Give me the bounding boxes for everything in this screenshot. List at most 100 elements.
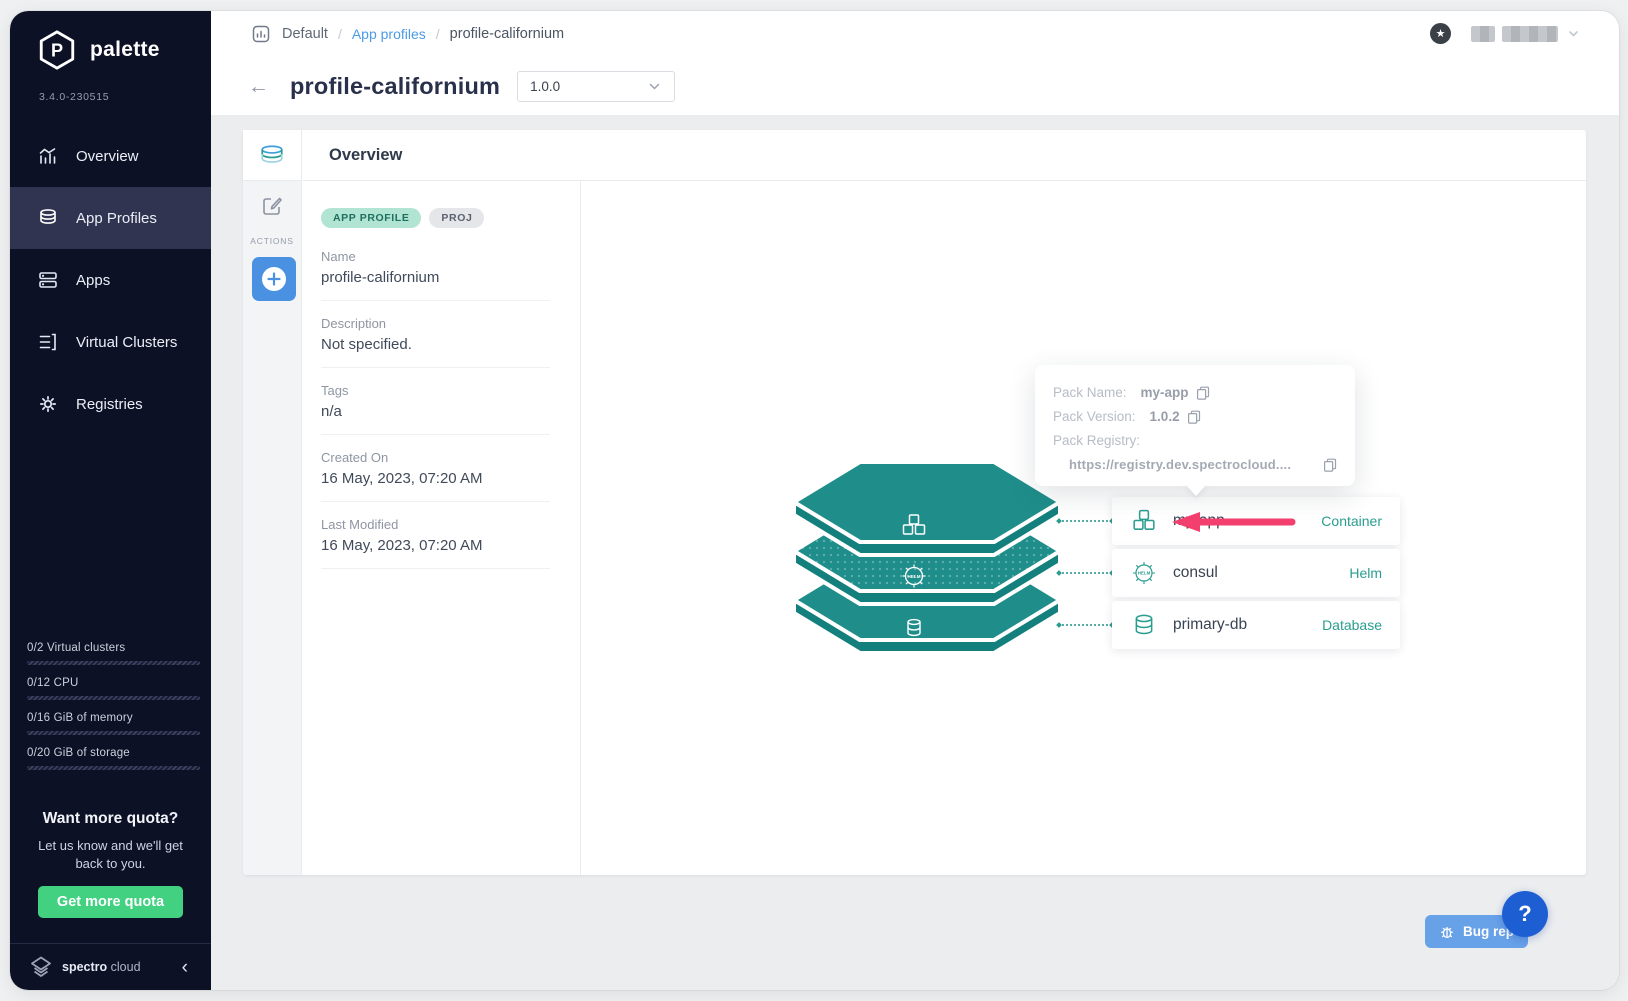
layers-tab-icon — [259, 142, 285, 168]
quota-section: 0/2 Virtual clusters 0/12 CPU 0/16 GiB o… — [27, 642, 200, 782]
app-window: P palette 3.4.0-230515 Overview — [10, 11, 1619, 990]
sidebar-item-app-profiles[interactable]: App Profiles — [10, 187, 211, 249]
quota-cta-body: Let us know and we'll get back to you. — [28, 837, 193, 873]
gear-icon — [37, 393, 59, 415]
app-version: 3.4.0-230515 — [39, 91, 109, 103]
star-icon[interactable]: ★ — [1430, 23, 1451, 44]
sidebar: P palette 3.4.0-230515 Overview — [10, 11, 211, 990]
breadcrumb-app-profiles-link[interactable]: App profiles — [352, 26, 426, 42]
copy-icon[interactable] — [1187, 410, 1201, 424]
redacted-username-block — [1502, 26, 1558, 42]
quota-progress-bar — [27, 731, 200, 735]
quota-cta: Want more quota? Let us know and we'll g… — [10, 810, 211, 918]
helm-icon: HELM — [903, 565, 926, 588]
sidebar-item-label: Overview — [76, 148, 139, 165]
edit-pencil-icon — [260, 194, 284, 218]
card-tabstrip: ACTIONS — [243, 130, 302, 875]
quota-virtual-clusters: 0/2 Virtual clusters — [27, 642, 200, 665]
version-select[interactable]: 1.0.0 — [517, 71, 675, 102]
copy-icon[interactable] — [1323, 458, 1337, 472]
app-profile-badge: APP PROFILE — [321, 208, 421, 228]
profile-overview-card: ACTIONS Overview APP PRO — [243, 130, 1586, 875]
sidebar-item-label: Virtual Clusters — [76, 334, 177, 351]
breadcrumb-project[interactable]: Default — [282, 26, 328, 42]
bug-icon — [1439, 924, 1455, 940]
plus-circle-icon — [260, 265, 288, 293]
brand-name: palette — [90, 38, 160, 62]
tier-row-consul[interactable]: HELM consul Helm — [1112, 549, 1400, 597]
quota-cpu: 0/12 CPU — [27, 677, 200, 700]
pack-registry-value: https://registry.dev.spectrocloud.... — [1069, 457, 1323, 472]
sidebar-item-label: App Profiles — [76, 210, 157, 227]
page-title-row: ← profile-californium 1.0.0 Deploy Setti… — [211, 57, 1619, 115]
sidebar-collapse-icon[interactable]: ‹ — [178, 958, 192, 977]
database-icon — [1132, 613, 1156, 637]
main-area: Default / App profiles / profile-califor… — [211, 11, 1619, 990]
profile-details: APP PROFILE PROJ Name profile-californiu… — [303, 181, 581, 875]
quota-progress-bar — [27, 766, 200, 770]
quota-storage: 0/20 GiB of storage — [27, 747, 200, 770]
user-menu-chevron-down-icon[interactable] — [1567, 27, 1580, 40]
quota-progress-bar — [27, 661, 200, 665]
sidebar-item-virtual-clusters[interactable]: Virtual Clusters — [10, 311, 211, 373]
redacted-username-block — [1471, 26, 1495, 42]
tier-connector-line — [1059, 572, 1112, 574]
palette-logo-icon: P — [36, 29, 78, 71]
highlight-arrow — [1168, 511, 1300, 533]
sidebar-footer: spectro cloud ‹ — [10, 943, 211, 990]
page-title: profile-californium — [290, 73, 500, 100]
get-more-quota-button[interactable]: Get more quota — [38, 886, 183, 918]
chevron-down-icon — [647, 79, 662, 94]
sidebar-item-overview[interactable]: Overview — [10, 125, 211, 187]
add-tier-button[interactable] — [252, 257, 296, 301]
profile-diagram-area: HELM — [581, 181, 1586, 875]
layers-stack-icon — [37, 207, 59, 229]
svg-text:HELM: HELM — [907, 574, 920, 579]
svg-text:P: P — [51, 41, 63, 61]
topbar: Default / App profiles / profile-califor… — [211, 11, 1619, 115]
badges-row: APP PROFILE PROJ — [321, 208, 550, 228]
brand-logo: P palette — [36, 29, 160, 71]
sidebar-item-apps[interactable]: Apps — [10, 249, 211, 311]
version-select-value: 1.0.0 — [530, 79, 560, 94]
helm-icon: HELM — [1132, 561, 1156, 585]
proj-badge: PROJ — [429, 208, 484, 228]
tab-overview[interactable] — [243, 130, 301, 181]
spectro-cloud-wordmark: spectro cloud — [62, 960, 141, 974]
pack-version-value: 1.0.2 — [1150, 409, 1180, 424]
topbar-user-area: ★ — [1430, 23, 1580, 44]
field-created-on: Created On 16 May, 2023, 07:20 AM — [321, 435, 550, 502]
tier-connector-line — [1059, 624, 1112, 626]
copy-icon[interactable] — [1196, 386, 1210, 400]
sidebar-nav: Overview App Profiles — [10, 125, 211, 435]
field-name: Name profile-californium — [321, 234, 550, 301]
sidebar-item-label: Apps — [76, 272, 110, 289]
quota-memory: 0/16 GiB of memory — [27, 712, 200, 735]
overview-header: Overview — [303, 130, 1586, 181]
quota-cta-title: Want more quota? — [28, 810, 193, 828]
sidebar-item-label: Registries — [76, 396, 143, 413]
tier-connector-line — [1059, 520, 1112, 522]
overview-chart-icon — [37, 145, 59, 167]
breadcrumb: Default / App profiles / profile-califor… — [211, 11, 1619, 57]
back-arrow-icon[interactable]: ← — [248, 76, 269, 97]
page-background: ACTIONS Overview APP PRO — [211, 115, 1619, 990]
tooltip-caret — [1185, 484, 1207, 496]
sidebar-item-registries[interactable]: Registries — [10, 373, 211, 435]
field-description: Description Not specified. — [321, 301, 550, 368]
project-icon — [252, 25, 270, 43]
svg-text:HELM: HELM — [1138, 571, 1151, 576]
actions-label: ACTIONS — [243, 236, 301, 246]
field-tags: Tags n/a — [321, 368, 550, 435]
virtual-clusters-list-icon — [37, 331, 59, 353]
card-main: Overview APP PROFILE PROJ Name profile-c… — [303, 130, 1586, 875]
pack-info-tooltip: Pack Name: my-app Pack Version: 1.0.2 — [1035, 365, 1355, 486]
edit-profile-button[interactable] — [243, 194, 301, 218]
breadcrumb-current: profile-californium — [450, 26, 564, 42]
app-tiers-stack-graphic: HELM — [794, 462, 1060, 654]
help-button[interactable]: ? — [1502, 891, 1548, 937]
pack-name-value: my-app — [1141, 385, 1189, 400]
apps-server-icon — [37, 269, 59, 291]
tier-row-primary-db[interactable]: primary-db Database — [1112, 601, 1400, 649]
quota-progress-bar — [27, 696, 200, 700]
